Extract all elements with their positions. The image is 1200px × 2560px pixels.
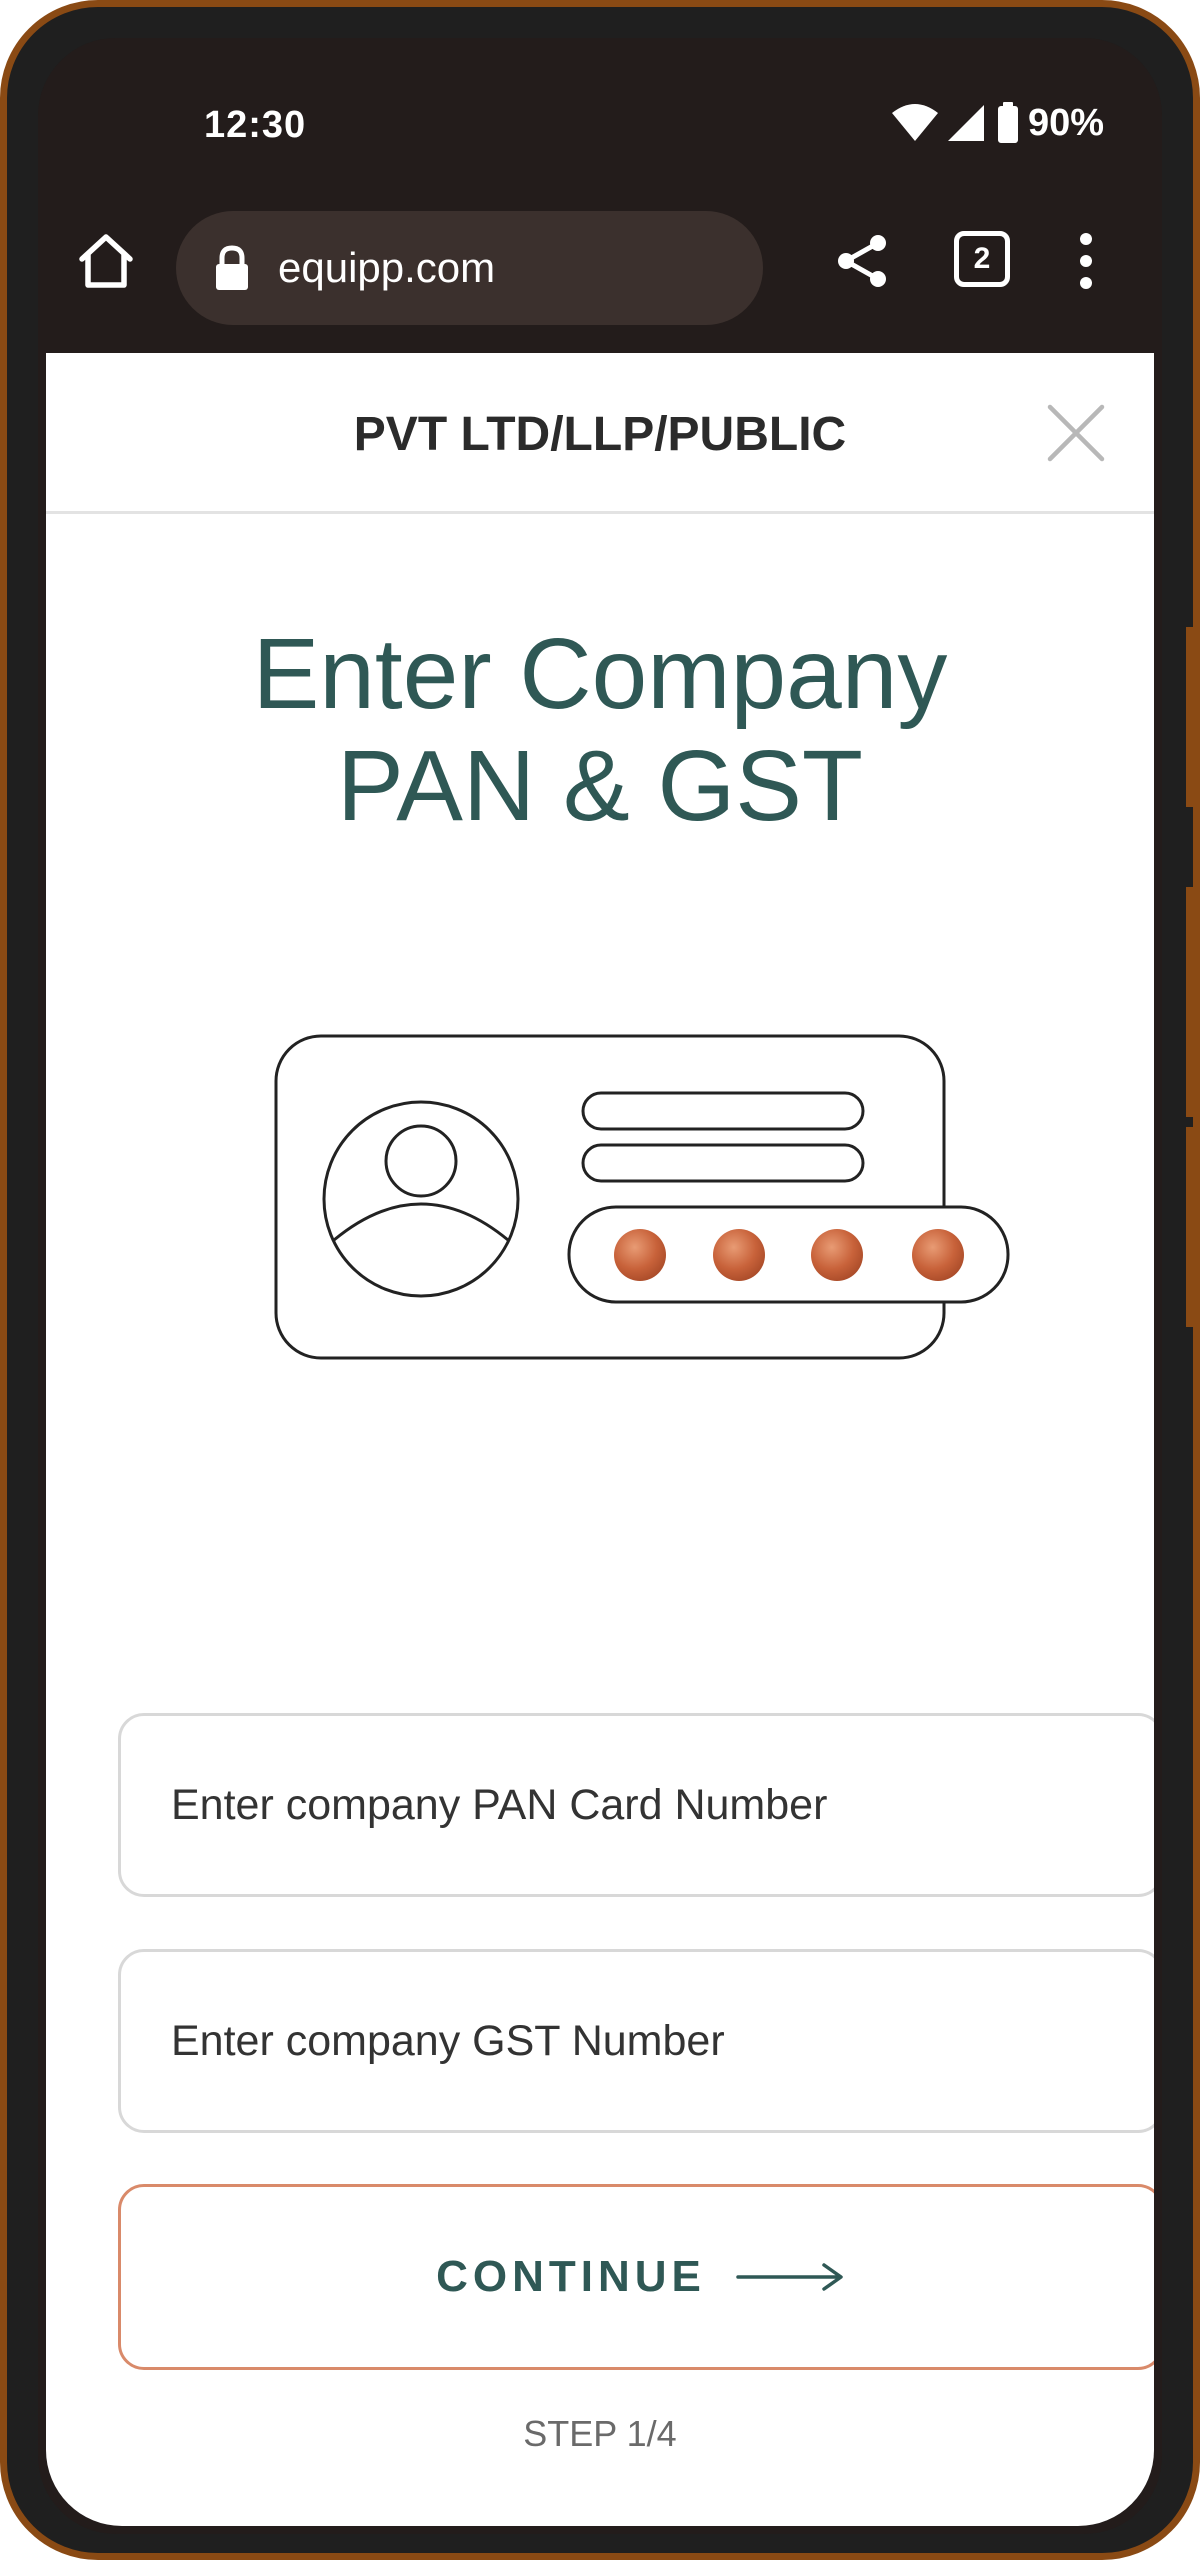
home-icon[interactable] <box>74 229 138 293</box>
arrow-right-icon <box>736 2263 843 2291</box>
phone-screen: 12:30 90% equipp.com 2 PVT LTD/LLP/PUBLI… <box>38 38 1162 2534</box>
continue-label: CONTINUE <box>436 2252 706 2301</box>
tabs-icon[interactable]: 2 <box>954 231 1010 287</box>
id-card-illustration <box>274 1034 1010 1360</box>
status-time: 12:30 <box>204 104 307 146</box>
share-icon[interactable] <box>830 229 894 293</box>
continue-button[interactable]: CONTINUE <box>118 2184 1154 2370</box>
close-icon[interactable] <box>1046 403 1106 463</box>
header-title: PVT LTD/LLP/PUBLIC <box>353 408 847 461</box>
browser-toolbar: equipp.com 2 <box>38 183 1162 353</box>
battery-icon <box>997 102 1018 143</box>
phone-frame: 12:30 90% equipp.com 2 PVT LTD/LLP/PUBLI… <box>0 0 1200 2560</box>
url-text: equipp.com <box>278 244 496 291</box>
side-button <box>1186 1127 1193 1327</box>
wifi-icon <box>891 104 938 141</box>
battery-percentage: 90% <box>1027 101 1104 144</box>
web-content: PVT LTD/LLP/PUBLIC Enter Company PAN & G… <box>46 353 1154 2526</box>
page-title-line1: Enter Company <box>252 618 948 730</box>
side-button <box>1186 627 1193 807</box>
step-indicator: STEP 1/4 <box>523 2413 677 2454</box>
page-title-line2: PAN & GST <box>336 730 864 842</box>
status-icons: 90% <box>890 100 1104 146</box>
page-title: Enter Company PAN & GST <box>46 618 1154 842</box>
gst-field <box>118 1949 1154 2133</box>
gst-input[interactable] <box>121 1952 1154 2130</box>
url-bar[interactable]: equipp.com <box>176 211 763 325</box>
modal-header: PVT LTD/LLP/PUBLIC <box>46 353 1154 514</box>
lock-icon <box>216 245 248 290</box>
status-bar: 12:30 90% <box>38 38 1162 183</box>
pan-input[interactable] <box>121 1716 1154 1894</box>
signal-icon <box>947 105 984 141</box>
side-button <box>1186 887 1193 1117</box>
more-vert-icon[interactable] <box>1074 229 1098 293</box>
tab-count: 2 <box>973 242 991 275</box>
pan-field <box>118 1713 1154 1897</box>
